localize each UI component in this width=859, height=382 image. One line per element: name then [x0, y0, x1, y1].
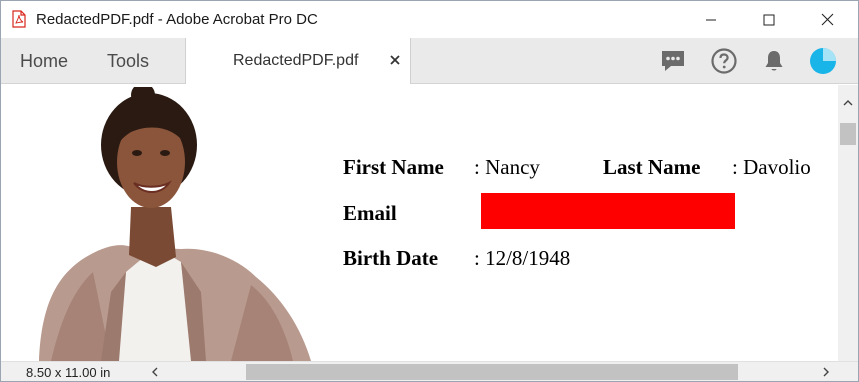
- email-label: Email: [343, 201, 397, 225]
- chevron-left-icon: [152, 367, 158, 377]
- maximize-icon: [763, 14, 775, 25]
- scroll-up-button[interactable]: [838, 95, 858, 111]
- document-tab[interactable]: RedactedPDF.pdf: [185, 38, 411, 84]
- document-view[interactable]: First Name : Nancy Last Name : Davolio E…: [1, 85, 838, 361]
- employee-photo: [39, 87, 311, 361]
- home-tab[interactable]: Home: [20, 51, 68, 72]
- vertical-scrollbar[interactable]: [838, 85, 858, 361]
- email-redaction-box: [481, 193, 735, 229]
- first-name-label: First Name: [343, 155, 444, 179]
- tools-tab[interactable]: Tools: [107, 51, 149, 72]
- horizontal-scroll-thumb[interactable]: [246, 364, 738, 380]
- chevron-up-icon: [843, 100, 853, 106]
- maximize-button[interactable]: [746, 1, 792, 38]
- close-icon: [821, 13, 833, 26]
- comment-icon[interactable]: [659, 47, 687, 75]
- scroll-right-button[interactable]: [818, 364, 834, 380]
- first-name-value: : Nancy: [474, 155, 540, 179]
- bell-icon[interactable]: [760, 47, 788, 75]
- birth-date-label: Birth Date: [343, 246, 439, 270]
- close-tab-icon[interactable]: [388, 53, 402, 67]
- birth-date-value: : 12/8/1948: [474, 246, 571, 270]
- user-avatar-icon[interactable]: [809, 47, 837, 75]
- minimize-button[interactable]: [688, 1, 734, 38]
- tab-bar: Home Tools RedactedPDF.pdf: [1, 38, 858, 84]
- pdf-file-icon: [12, 10, 26, 28]
- page-size-readout: 8.50 x 11.00 in: [26, 365, 111, 380]
- chevron-right-icon: [823, 367, 829, 377]
- status-bar: 8.50 x 11.00 in: [1, 361, 858, 381]
- close-window-button[interactable]: [804, 1, 850, 38]
- help-icon[interactable]: [710, 47, 738, 75]
- app-window: RedactedPDF.pdf - Adobe Acrobat Pro DC H…: [0, 0, 859, 382]
- last-name-value: : Davolio: [732, 155, 811, 179]
- vertical-scroll-thumb[interactable]: [840, 123, 856, 145]
- last-name-label: Last Name: [603, 155, 701, 179]
- window-title: RedactedPDF.pdf - Adobe Acrobat Pro DC: [36, 11, 318, 28]
- minimize-icon: [706, 19, 716, 20]
- scroll-left-button[interactable]: [147, 364, 163, 380]
- document-tab-label: RedactedPDF.pdf: [233, 52, 359, 69]
- title-bar: RedactedPDF.pdf - Adobe Acrobat Pro DC: [1, 1, 858, 38]
